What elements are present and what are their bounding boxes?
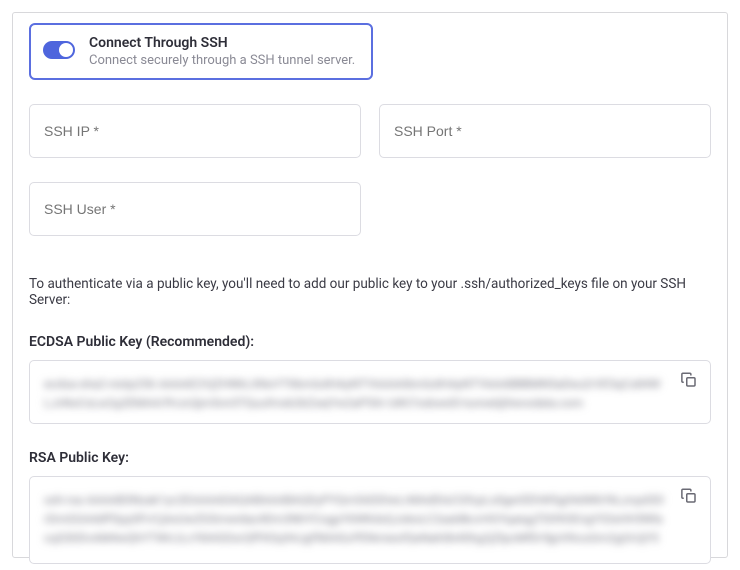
ssh-toggle-text: Connect Through SSH Connect securely thr… — [89, 35, 355, 68]
ecdsa-copy-button[interactable] — [680, 371, 698, 389]
ecdsa-key-value: ecdsa-sha2-nistp256 AAAAE2VjZHNhLXNoYTIt… — [44, 375, 664, 409]
ecdsa-key-box: ecdsa-sha2-nistp256 AAAAE2VjZHNhLXNoYTIt… — [29, 360, 711, 424]
rsa-key-value: ssh-rsa AAAAB3Nzak1yc2EAAAADAQABAAABAQDy… — [44, 491, 664, 549]
ssh-toggle-title: Connect Through SSH — [89, 35, 355, 51]
ecdsa-key-label: ECDSA Public Key (Recommended): — [29, 334, 711, 350]
ssh-port-input[interactable] — [379, 104, 711, 158]
ssh-ip-input[interactable] — [29, 104, 361, 158]
rsa-key-box: ssh-rsa AAAAB3Nzak1yc2EAAAADAQABAAABAQDy… — [29, 476, 711, 564]
ssh-input-row-2 — [29, 182, 361, 236]
rsa-key-label: RSA Public Key: — [29, 450, 711, 466]
ssh-config-panel: Connect Through SSH Connect securely thr… — [12, 12, 728, 558]
ssh-user-input[interactable] — [29, 182, 361, 236]
rsa-copy-button[interactable] — [680, 487, 698, 505]
copy-icon — [680, 487, 698, 505]
ssh-input-row-1 — [29, 104, 711, 158]
auth-instruction-text: To authenticate via a public key, you'll… — [29, 276, 711, 308]
toggle-knob — [59, 43, 73, 57]
copy-icon — [680, 371, 698, 389]
ssh-toggle-subtitle: Connect securely through a SSH tunnel se… — [89, 53, 355, 68]
ssh-toggle-switch[interactable] — [43, 41, 75, 59]
ssh-toggle-card: Connect Through SSH Connect securely thr… — [29, 23, 373, 80]
